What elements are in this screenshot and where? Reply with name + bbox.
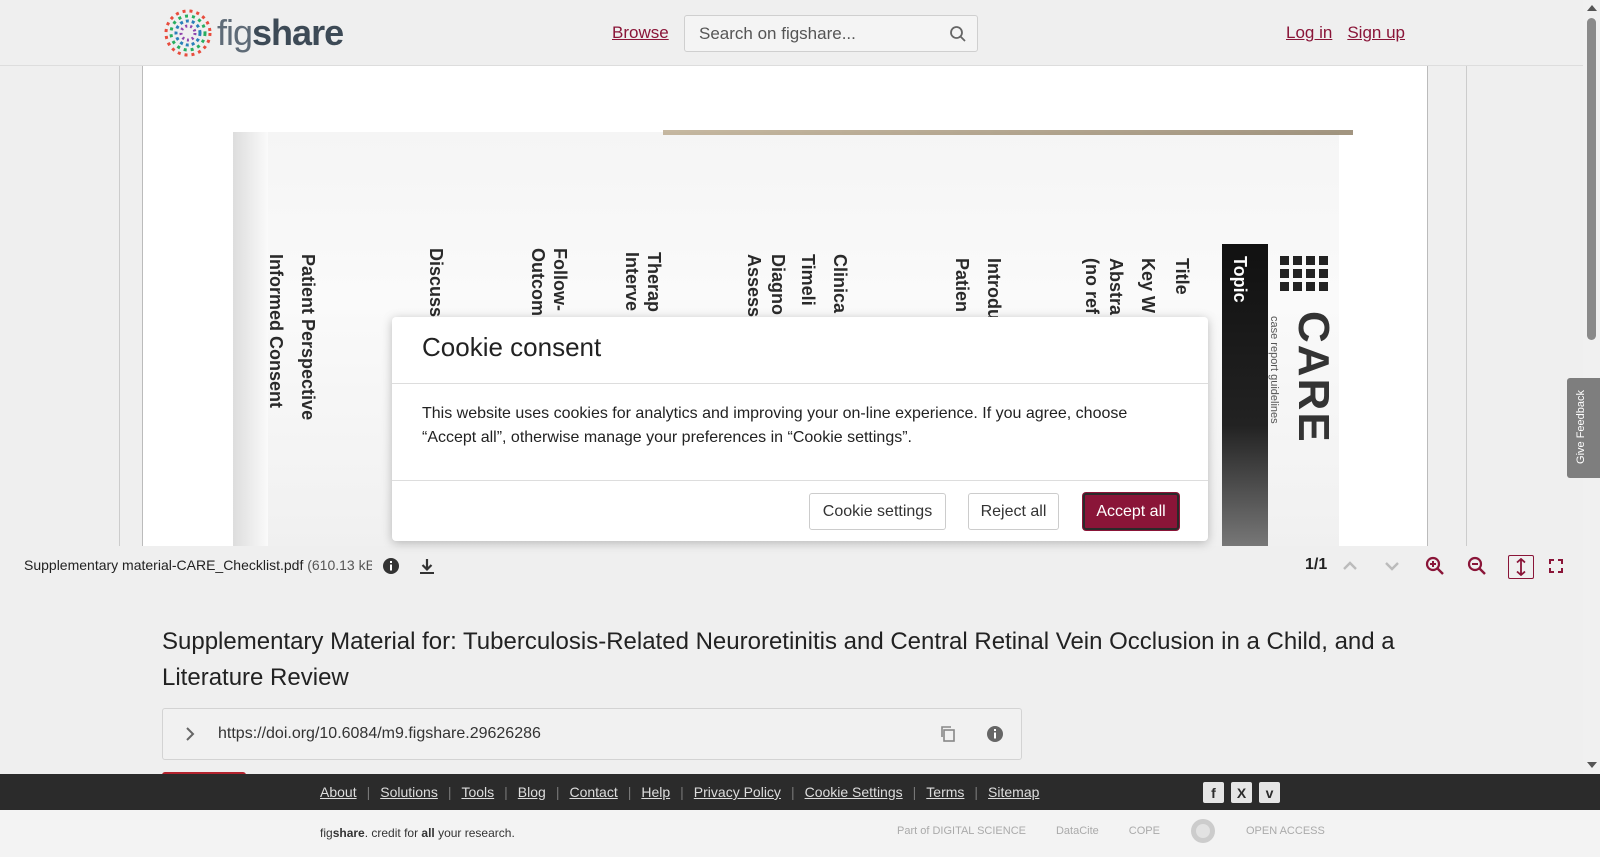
- cookie-consent-dialog: Cookie consent This website uses cookies…: [392, 317, 1208, 541]
- divider: [392, 480, 1208, 481]
- cookie-consent-title: Cookie consent: [422, 332, 602, 362]
- accept-all-button[interactable]: Accept all: [1083, 493, 1179, 530]
- cookie-settings-button[interactable]: Cookie settings: [809, 493, 946, 530]
- cookie-consent-message: This website uses cookies for analytics …: [422, 405, 1128, 446]
- reject-all-button[interactable]: Reject all: [968, 493, 1059, 530]
- divider: [392, 383, 1208, 384]
- modal-overlay: Cookie consent This website uses cookies…: [0, 0, 1600, 857]
